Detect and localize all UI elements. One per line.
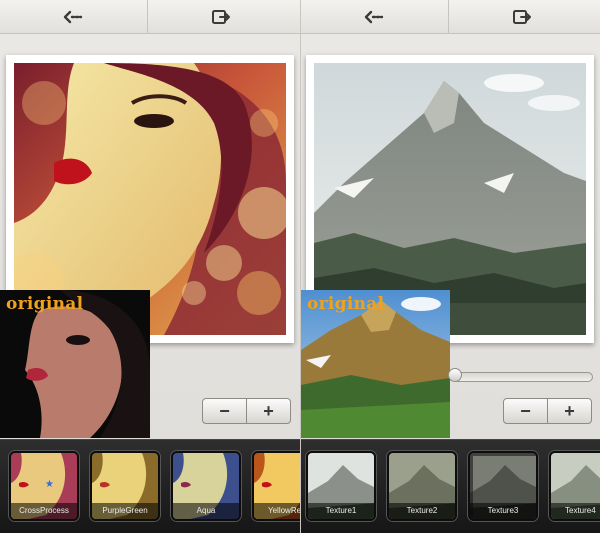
filter-thumb-label: CrossProcess (11, 503, 77, 519)
export-button[interactable] (449, 0, 595, 34)
editor-screen-portrait: original − + ★ CrossProcess PurpleGreen (0, 0, 300, 533)
filter-thumb-crossprocess[interactable]: ★ CrossProcess (9, 451, 79, 521)
filter-thumb-purplegreen[interactable]: PurpleGreen (90, 451, 160, 521)
filter-thumb-label: Texture2 (389, 503, 455, 519)
selected-star-icon: ★ (45, 479, 54, 490)
original-label: original (307, 294, 385, 314)
filter-thumb-label: PurpleGreen (92, 503, 158, 519)
back-button[interactable] (301, 0, 447, 34)
original-preview[interactable]: original (0, 290, 150, 438)
intensity-slider-track[interactable] (453, 372, 593, 382)
filter-thumb-label: YellowRe (254, 503, 300, 519)
filter-thumb-label: Texture1 (308, 503, 374, 519)
original-label: original (6, 294, 84, 314)
export-icon (212, 10, 230, 24)
filter-thumb-texture4[interactable]: Texture4 (549, 451, 600, 521)
filter-strip[interactable]: ★ CrossProcess PurpleGreen Aqua YellowRe (0, 439, 300, 533)
original-preview[interactable]: original (301, 290, 450, 438)
filter-thumb-texture2[interactable]: Texture2 (387, 451, 457, 521)
intensity-stepper: − + (202, 398, 291, 424)
back-arrow-icon (63, 10, 83, 24)
decrease-button[interactable]: − (504, 399, 547, 423)
filter-thumb-yellowre[interactable]: YellowRe (252, 451, 300, 521)
top-toolbar (301, 0, 600, 34)
increase-button[interactable]: + (247, 399, 290, 423)
filter-thumb-label: Texture3 (470, 503, 536, 519)
filter-thumb-texture1[interactable]: Texture1 (306, 451, 376, 521)
intensity-slider-knob[interactable] (448, 368, 462, 382)
back-arrow-icon (364, 10, 384, 24)
increase-button[interactable]: + (548, 399, 591, 423)
export-icon (513, 10, 531, 24)
filter-thumb-texture3[interactable]: Texture3 (468, 451, 538, 521)
filter-thumb-label: Texture4 (551, 503, 600, 519)
filter-strip[interactable]: Texture1 Texture2 Texture3 Texture4 (301, 439, 600, 533)
filter-thumb-label: Aqua (173, 503, 239, 519)
filter-thumb-aqua[interactable]: Aqua (171, 451, 241, 521)
intensity-stepper: − + (503, 398, 592, 424)
top-toolbar (0, 0, 300, 34)
back-button[interactable] (0, 0, 146, 34)
editor-screen-landscape: original − + Texture1 Texture2 Texture3 … (300, 0, 600, 533)
decrease-button[interactable]: − (203, 399, 246, 423)
export-button[interactable] (148, 0, 294, 34)
